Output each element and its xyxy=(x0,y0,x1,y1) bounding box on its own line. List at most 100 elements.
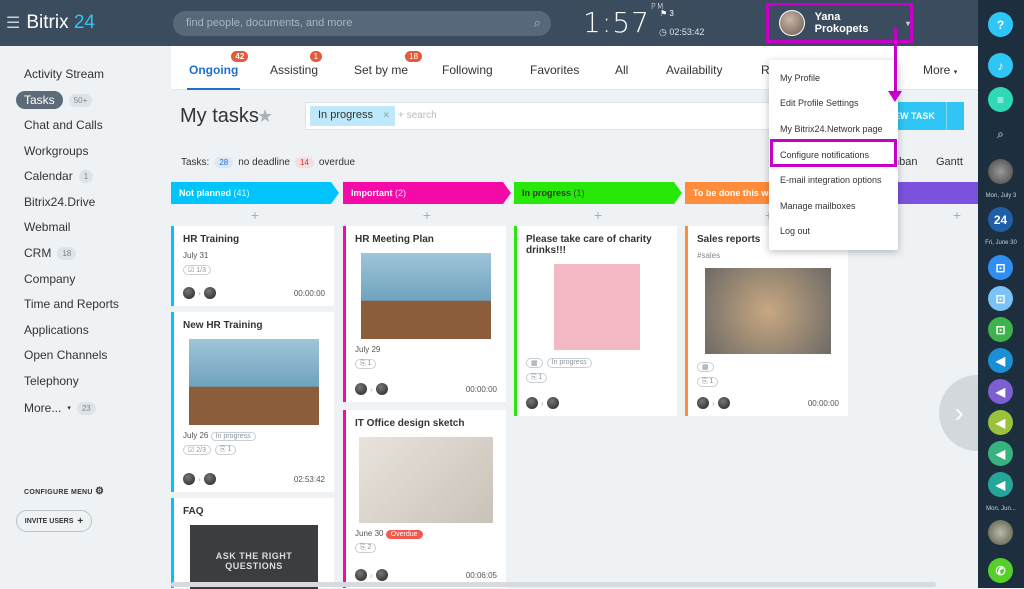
filter-search-input[interactable]: + search xyxy=(398,110,437,121)
b24-icon[interactable]: 24 xyxy=(988,207,1013,232)
sidebar-item-label: Chat and Calls xyxy=(24,118,103,132)
chat-icon[interactable]: ≡ xyxy=(988,87,1013,112)
filter-chip[interactable]: In progress ✕ xyxy=(310,106,395,126)
tab-set-by-me[interactable]: Set by me 18 xyxy=(354,51,423,77)
tab-ongoing[interactable]: Ongoing 42 xyxy=(186,51,249,90)
column-title: Not planned xyxy=(179,188,231,198)
search-icon[interactable]: ⌕ xyxy=(988,122,1013,147)
sidebar-item-workgroups[interactable]: Workgroups xyxy=(24,144,88,158)
lock-icon[interactable]: ⊡ xyxy=(988,255,1013,280)
menu-item-my-profile[interactable]: My Profile xyxy=(780,73,820,83)
card-time: 00:00:00 xyxy=(807,399,839,408)
lock-icon[interactable]: ⊡ xyxy=(988,286,1013,311)
tab-more[interactable]: More ▾ xyxy=(923,63,957,77)
add-task-plus-icon[interactable]: + xyxy=(343,204,511,226)
invite-users-label: INVITE USERS xyxy=(24,517,74,525)
column-header[interactable]: Not planned (41) xyxy=(171,182,339,204)
menu-item-log-out[interactable]: Log out xyxy=(780,226,810,236)
menu-item-manage-mailboxes[interactable]: Manage mailboxes xyxy=(780,201,856,211)
card-deadline: July 29 xyxy=(355,345,381,354)
sidebar-item-tasks[interactable]: Tasks 50+ xyxy=(16,91,93,109)
phone-icon[interactable]: ✆ xyxy=(988,558,1013,583)
horizontal-scrollbar[interactable] xyxy=(171,582,936,587)
date-separator: Mon, Jun... xyxy=(986,506,1016,512)
column-count: (1) xyxy=(573,188,585,198)
logo-number: 24 xyxy=(73,12,95,33)
sidebar-item-activity-stream[interactable]: Activity Stream xyxy=(24,67,104,81)
menu-item-configure-notifications[interactable]: Configure notifications xyxy=(780,150,869,160)
task-card[interactable]: Please take care of charity drinks!!! ▦ I… xyxy=(514,226,677,416)
add-task-plus-icon[interactable]: + xyxy=(514,204,682,226)
avatar xyxy=(546,397,559,409)
sidebar-item-open-channels[interactable]: Open Channels xyxy=(24,348,107,362)
bell-icon[interactable]: ♪ xyxy=(988,53,1013,78)
files-value: 1 xyxy=(538,374,543,381)
sidebar-item-crm[interactable]: CRM 18 xyxy=(24,246,77,260)
megaphone-icon[interactable]: ◀ xyxy=(988,472,1013,497)
menu-item-email-integration[interactable]: E-mail integration options xyxy=(780,175,882,185)
chevron-down-icon[interactable] xyxy=(946,102,964,130)
user-menu-button[interactable]: Yana Prokopets ▾ xyxy=(766,3,913,43)
tab-availability[interactable]: Availability xyxy=(666,63,722,77)
sidebar-item-more[interactable]: More... ▾ 23 xyxy=(24,401,96,415)
help-icon[interactable]: ? xyxy=(988,12,1013,37)
avatar[interactable] xyxy=(988,520,1013,545)
tab-assisting[interactable]: Assisting 1 xyxy=(270,51,323,77)
task-card[interactable]: Sales reports #sales ▦ ⎘ 1 › 00:00:00 xyxy=(685,226,848,416)
clock[interactable]: 1:57PM xyxy=(583,2,665,39)
sidebar-item-company[interactable]: Company xyxy=(24,272,75,286)
files-badge: ⎘ 2 xyxy=(355,543,377,553)
hamburger-menu-icon[interactable]: ☰ xyxy=(6,13,20,33)
column-header[interactable]: Important (2) xyxy=(343,182,511,204)
avatar[interactable] xyxy=(988,159,1013,184)
files-value: 2 xyxy=(367,544,372,551)
filter-search-bar[interactable]: In progress ✕ + search xyxy=(305,102,775,130)
lock-icon[interactable]: ⊡ xyxy=(988,317,1013,342)
task-card[interactable]: IT Office design sketch June 30 Overdue … xyxy=(343,410,506,588)
tab-label: Ongoing xyxy=(189,63,239,77)
column-header[interactable]: In progress (1) xyxy=(514,182,682,204)
card-tag[interactable]: #sales xyxy=(697,251,839,260)
task-card[interactable]: HR Training July 31 ☑ 1/3 › 00:00:00 xyxy=(171,226,334,306)
task-card[interactable]: FAQ ASK THE RIGHT QUESTIONS xyxy=(171,498,334,589)
search-icon[interactable]: ⌕ xyxy=(534,15,541,31)
card-time: 02:53:42 xyxy=(293,475,325,484)
configure-menu-button[interactable]: CONFIGURE MENU ⚙ xyxy=(24,486,104,497)
megaphone-icon[interactable]: ◀ xyxy=(988,410,1013,435)
sidebar-item-applications[interactable]: Applications xyxy=(24,323,89,337)
sidebar-item-label: Time and Reports xyxy=(24,297,119,311)
no-deadline-count[interactable]: 28 xyxy=(214,157,234,168)
sidebar-item-telephony[interactable]: Telephony xyxy=(24,374,79,388)
menu-item-network-page[interactable]: My Bitrix24.Network page xyxy=(780,124,883,134)
global-search-input[interactable]: find people, documents, and more ⌕ xyxy=(173,11,551,36)
sidebar-item-webmail[interactable]: Webmail xyxy=(24,220,70,234)
sidebar-item-drive[interactable]: Bitrix24.Drive xyxy=(24,195,95,209)
star-icon[interactable]: ★ xyxy=(257,106,273,127)
no-deadline-label[interactable]: no deadline xyxy=(238,157,290,168)
tab-favorites[interactable]: Favorites xyxy=(530,63,579,77)
app-logo[interactable]: ☰ Bitrix 24 xyxy=(6,12,95,34)
sidebar-item-calendar[interactable]: Calendar 1 xyxy=(24,169,94,183)
task-card[interactable]: New HR Training July 26 In progress ☑ 2/… xyxy=(171,312,334,492)
sidebar-item-chat[interactable]: Chat and Calls xyxy=(24,118,103,132)
card-people: › xyxy=(697,397,730,409)
close-icon[interactable]: ✕ xyxy=(382,110,390,121)
tab-all[interactable]: All xyxy=(615,63,628,77)
overdue-count[interactable]: 14 xyxy=(294,157,314,168)
card-title: Please take care of charity drinks!!! xyxy=(526,234,652,256)
invite-users-button[interactable]: INVITE USERS + xyxy=(16,510,92,532)
card-image xyxy=(189,339,319,425)
card-people: › xyxy=(355,383,388,395)
view-gantt[interactable]: Gantt xyxy=(936,156,963,168)
megaphone-icon[interactable]: ◀ xyxy=(988,348,1013,373)
overdue-label[interactable]: overdue xyxy=(319,157,355,168)
megaphone-icon[interactable]: ◀ xyxy=(988,441,1013,466)
menu-item-edit-profile[interactable]: Edit Profile Settings xyxy=(780,98,859,108)
card-people: › xyxy=(355,569,388,581)
megaphone-icon[interactable]: ◀ xyxy=(988,379,1013,404)
chevron-down-icon: ▾ xyxy=(953,69,958,76)
tab-following[interactable]: Following xyxy=(442,63,493,77)
sidebar-item-time-reports[interactable]: Time and Reports xyxy=(24,297,119,311)
task-card[interactable]: HR Meeting Plan July 29 ⎘ 1 › 00:00:00 xyxy=(343,226,506,402)
add-task-plus-icon[interactable]: + xyxy=(171,204,339,226)
